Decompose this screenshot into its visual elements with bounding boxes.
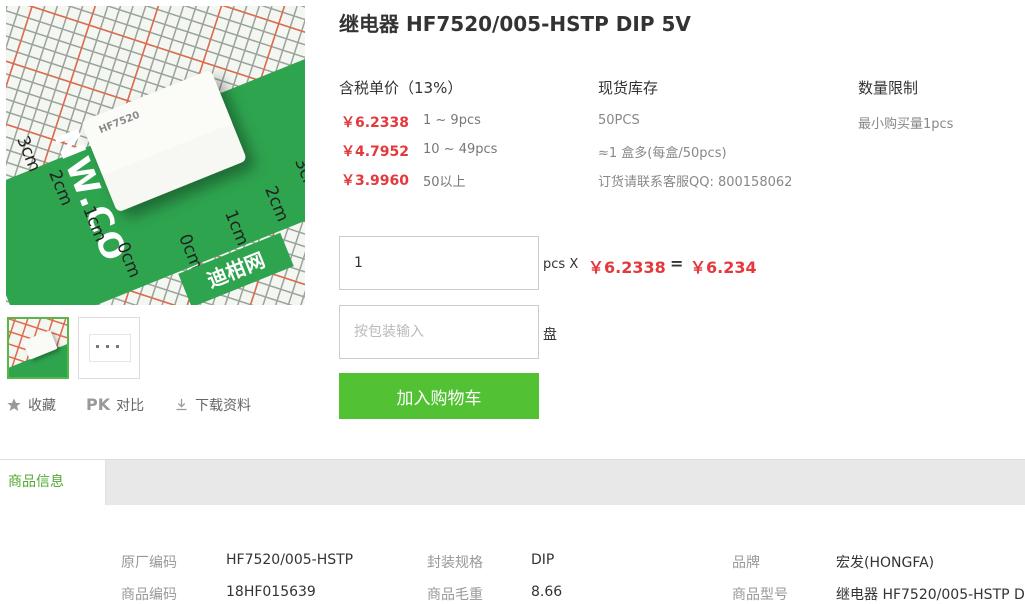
- limit-header: 数量限制: [858, 79, 919, 97]
- spec-value: HF7520/005-HSTP: [226, 552, 354, 568]
- price-value: ￥4.7952: [341, 144, 410, 160]
- download-button[interactable]: 下载资料: [174, 395, 251, 415]
- pack-input[interactable]: [339, 305, 539, 359]
- stock-line: ≈1 盒多(每盒/50pcs): [598, 146, 727, 161]
- price-row: ￥6.2338: [341, 112, 409, 132]
- stock-header: 现货库存: [598, 79, 659, 97]
- stock-line: 50PCS: [598, 113, 640, 128]
- unit-price: ￥6.2338: [588, 258, 666, 277]
- download-icon: [176, 398, 187, 411]
- compare-button[interactable]: PK 对比: [86, 395, 144, 415]
- download-label: 下载资料: [195, 398, 251, 414]
- tab-product-info[interactable]: 商品信息: [0, 460, 106, 505]
- spec-key: 商品毛重: [427, 587, 483, 603]
- times-sign: X: [569, 257, 579, 272]
- price-row: ￥4.7952: [341, 141, 409, 161]
- pack-unit: 盘: [543, 327, 557, 343]
- spec-key: 原厂编码: [121, 555, 177, 571]
- spec-key: 品牌: [732, 555, 760, 571]
- quantity-input[interactable]: [339, 236, 539, 290]
- spec-value: DIP: [531, 552, 555, 568]
- total-price: ￥6.234: [690, 258, 757, 277]
- price-range: 10 ~ 49pcs: [423, 142, 498, 157]
- product-actions: 收藏: [6, 395, 66, 417]
- spec-key: 封装规格: [427, 555, 483, 571]
- add-to-cart-button[interactable]: 加入购物车: [339, 373, 539, 419]
- price-value: ￥6.2338: [341, 115, 410, 131]
- spec-value: 8.66: [531, 584, 563, 600]
- equals-sign: =: [670, 254, 684, 273]
- pk-badge: PK: [86, 395, 111, 414]
- stock-line: 订货请联系客服QQ: 800158062: [598, 175, 793, 190]
- favorite-label: 收藏: [28, 398, 56, 414]
- spec-key: 商品编码: [121, 587, 177, 603]
- product-title: 继电器 HF7520/005-HSTP DIP 5V: [339, 12, 691, 36]
- limit-text: 最小购买量1pcs: [858, 117, 954, 132]
- gallery-thumb-2[interactable]: [78, 317, 140, 379]
- spec-key: 商品型号: [732, 587, 788, 603]
- star-icon: [7, 398, 21, 411]
- qty-unit: pcs X: [543, 257, 579, 272]
- price-header: 含税单价（13%）: [339, 79, 463, 97]
- spec-value: 宏发(HONGFA): [836, 555, 935, 571]
- price-row: ￥3.9960: [341, 170, 409, 190]
- price-range: 1 ~ 9pcs: [423, 113, 481, 128]
- compare-label: 对比: [116, 398, 145, 414]
- favorite-button[interactable]: 收藏: [6, 395, 56, 415]
- tab-bar: 商品信息: [0, 459, 1025, 505]
- gallery-thumb-1[interactable]: [7, 317, 69, 379]
- spec-value: 继电器 HF7520/005-HSTP DI..: [836, 587, 1025, 603]
- product-main-image: NW.CO 3cm 2cm 1cm 0cm 0cm 1cm 2cm 3cm HF…: [6, 6, 305, 305]
- price-range: 50以上: [423, 175, 466, 190]
- spec-value: 18HF015639: [226, 584, 316, 600]
- price-value: ￥3.9960: [341, 173, 410, 189]
